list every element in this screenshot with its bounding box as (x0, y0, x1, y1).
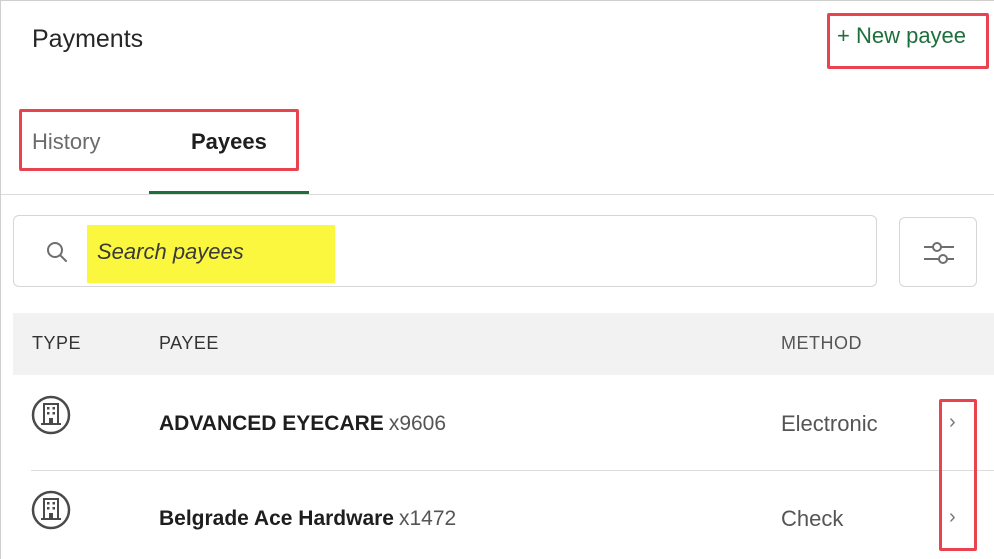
table-row[interactable]: ADVANCED EYECARE x9606 Electronic › (13, 377, 994, 471)
chevron-right-icon[interactable]: › (949, 506, 956, 529)
payee-account: x9606 (388, 412, 447, 435)
tab-payees[interactable]: Payees (191, 129, 267, 155)
page-title: Payments (32, 25, 144, 53)
tab-history[interactable]: History (32, 129, 100, 155)
payee-method: Electronic (781, 411, 878, 436)
column-header-type: TYPE (32, 333, 82, 353)
tabs-divider (1, 194, 994, 195)
payee-name-text: ADVANCED EYECARE (159, 412, 384, 435)
search-input[interactable] (97, 236, 337, 268)
building-icon (31, 490, 71, 530)
payee-method: Check (781, 506, 844, 531)
sliders-icon (924, 242, 954, 264)
filter-button[interactable] (899, 217, 977, 287)
payee-name-text: Belgrade Ace Hardware (159, 507, 394, 530)
building-icon (31, 395, 71, 435)
new-payee-button[interactable]: + New payee (837, 23, 966, 49)
row-divider (31, 470, 994, 471)
table-header: TYPE PAYEE METHOD (13, 313, 994, 375)
column-header-method: METHOD (781, 333, 862, 353)
payee-name: ADVANCED EYECARE x9606 (159, 412, 446, 436)
payments-page: Payments + New payee History Payees TYPE… (0, 0, 994, 559)
table-row[interactable]: Belgrade Ace Hardware x1472 Check › (13, 472, 994, 559)
chevron-right-icon[interactable]: › (949, 411, 956, 434)
search-bar[interactable] (13, 215, 877, 287)
search-icon (47, 242, 67, 262)
column-header-payee: PAYEE (159, 333, 219, 353)
payee-account: x1472 (399, 507, 457, 530)
payee-name: Belgrade Ace Hardware x1472 (159, 507, 456, 531)
